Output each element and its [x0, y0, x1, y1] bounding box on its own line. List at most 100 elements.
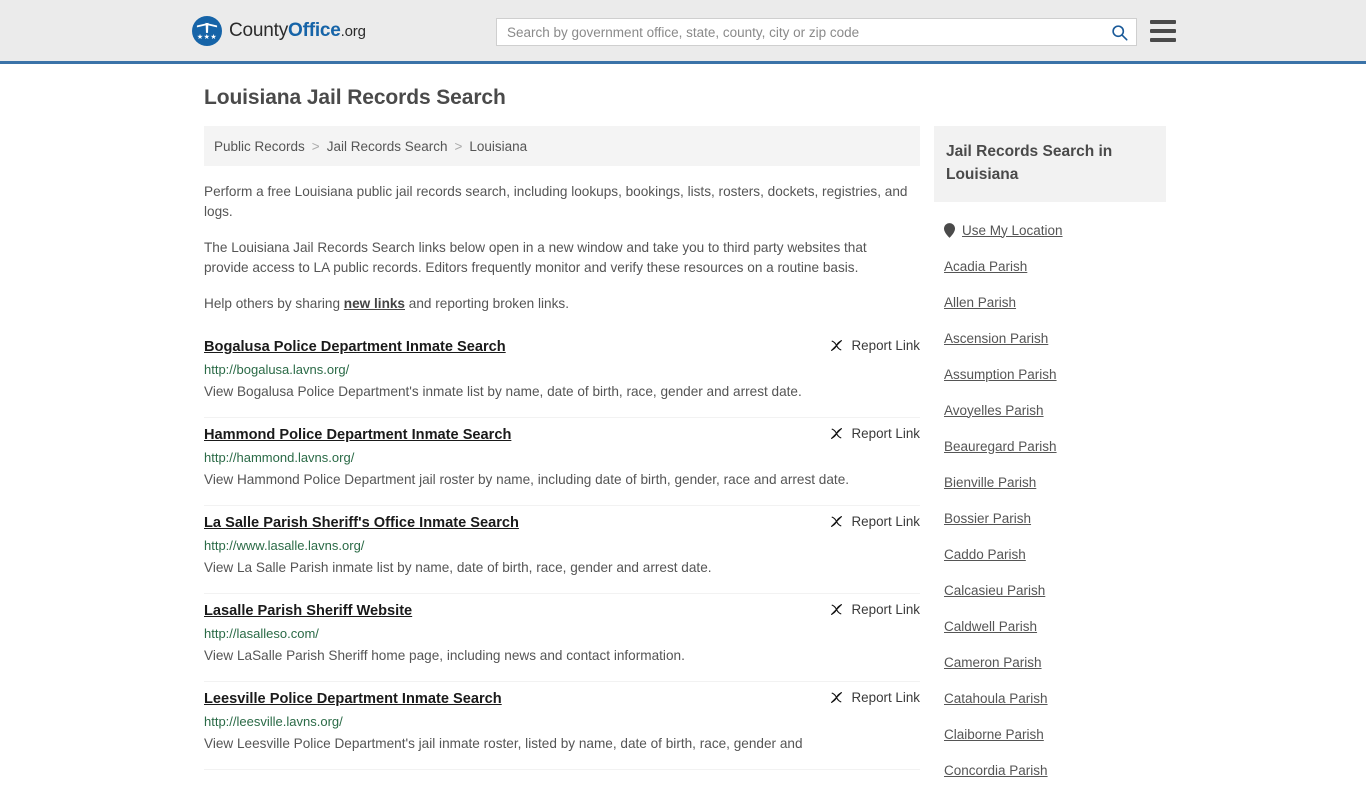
result-header: Leesville Police Department Inmate Searc… — [204, 688, 920, 710]
sidebar-item-use-my-location[interactable]: Use My Location — [934, 212, 1166, 248]
search-button[interactable] — [1102, 19, 1136, 45]
result-item: Lasalle Parish Sheriff Website Report Li… — [204, 594, 920, 682]
result-header: La Salle Parish Sheriff's Office Inmate … — [204, 512, 920, 534]
sidebar-link[interactable]: Allen Parish — [944, 295, 1016, 310]
logo-text-office: Office — [288, 19, 341, 41]
sidebar-item-caldwell-parish[interactable]: Caldwell Parish — [934, 608, 1166, 644]
site-logo[interactable]: ★★★ CountyOffice.org — [192, 15, 366, 46]
result-url-link[interactable]: http://bogalusa.lavns.org/ — [204, 361, 920, 379]
report-link-label: Report Link — [851, 602, 920, 617]
menu-bar-1 — [1150, 20, 1176, 24]
sidebar-link[interactable]: Caddo Parish — [944, 547, 1026, 562]
logo-text-org: .org — [340, 22, 366, 40]
eagle-wings-shape — [197, 24, 217, 33]
sidebar-link[interactable]: Claiborne Parish — [944, 727, 1044, 742]
breadcrumb-item-public-records[interactable]: Public Records — [214, 139, 305, 154]
page-body: Louisiana Jail Records Search Public Rec… — [0, 64, 1366, 788]
sidebar-item-catahoula-parish[interactable]: Catahoula Parish — [934, 680, 1166, 716]
logo-text-county: County — [229, 19, 289, 41]
sidebar-item-claiborne-parish[interactable]: Claiborne Parish — [934, 716, 1166, 752]
sidebar-list: Use My Location Acadia Parish Allen Pari… — [934, 212, 1166, 788]
breadcrumb-separator-2: > — [454, 138, 463, 154]
sidebar-item-bossier-parish[interactable]: Bossier Parish — [934, 500, 1166, 536]
report-link-label: Report Link — [851, 514, 920, 529]
report-link-button[interactable]: Report Link — [829, 336, 920, 353]
sidebar-item-caddo-parish[interactable]: Caddo Parish — [934, 536, 1166, 572]
result-header: Hammond Police Department Inmate Search … — [204, 424, 920, 446]
report-link-button[interactable]: Report Link — [829, 512, 920, 529]
report-link-label: Report Link — [851, 690, 920, 705]
sidebar-item-avoyelles-parish[interactable]: Avoyelles Parish — [934, 392, 1166, 428]
content-columns: Public Records > Jail Records Search > L… — [204, 126, 1366, 788]
result-description: View Hammond Police Department jail rost… — [204, 472, 850, 487]
broken-link-icon — [830, 603, 842, 616]
results-list: Bogalusa Police Department Inmate Search… — [204, 330, 920, 770]
result-header: Lasalle Parish Sheriff Website Report Li… — [204, 600, 920, 622]
sidebar-item-calcasieu-parish[interactable]: Calcasieu Parish — [934, 572, 1166, 608]
result-title-link[interactable]: Leesville Police Department Inmate Searc… — [204, 688, 502, 710]
search-icon — [1111, 24, 1128, 41]
report-link-button[interactable]: Report Link — [829, 688, 920, 705]
hamburger-menu-icon[interactable] — [1150, 20, 1176, 42]
result-title-link[interactable]: La Salle Parish Sheriff's Office Inmate … — [204, 512, 519, 534]
intro-paragraph-3: Help others by sharing new links and rep… — [204, 294, 910, 314]
sidebar-item-acadia-parish[interactable]: Acadia Parish — [934, 248, 1166, 284]
sidebar-link[interactable]: Acadia Parish — [944, 259, 1027, 274]
breadcrumb: Public Records > Jail Records Search > L… — [204, 126, 920, 166]
report-link-button[interactable]: Report Link — [829, 424, 920, 441]
sidebar-link[interactable]: Ascension Parish — [944, 331, 1048, 346]
broken-link-icon — [830, 691, 842, 704]
sidebar-item-concordia-parish[interactable]: Concordia Parish — [934, 752, 1166, 788]
sidebar-heading: Jail Records Search in Louisiana — [934, 126, 1166, 202]
sidebar-link[interactable]: Bossier Parish — [944, 511, 1031, 526]
sidebar-item-beauregard-parish[interactable]: Beauregard Parish — [934, 428, 1166, 464]
result-title-link[interactable]: Lasalle Parish Sheriff Website — [204, 600, 412, 622]
page-title: Louisiana Jail Records Search — [204, 86, 506, 109]
report-link-label: Report Link — [851, 426, 920, 441]
sidebar-item-assumption-parish[interactable]: Assumption Parish — [934, 356, 1166, 392]
report-link-label: Report Link — [851, 338, 920, 353]
result-url-link[interactable]: http://leesville.lavns.org/ — [204, 713, 920, 731]
search-input[interactable] — [497, 24, 1102, 40]
countyoffice-eagle-icon: ★★★ — [192, 15, 222, 46]
result-title-link[interactable]: Bogalusa Police Department Inmate Search — [204, 336, 506, 358]
main-column: Public Records > Jail Records Search > L… — [204, 126, 920, 770]
search-bar[interactable] — [496, 18, 1137, 46]
sidebar-item-cameron-parish[interactable]: Cameron Parish — [934, 644, 1166, 680]
map-pin-icon — [944, 222, 955, 238]
result-description: View LaSalle Parish Sheriff home page, i… — [204, 648, 685, 663]
result-item: Bogalusa Police Department Inmate Search… — [204, 330, 920, 418]
sidebar-item-bienville-parish[interactable]: Bienville Parish — [934, 464, 1166, 500]
sidebar-item-allen-parish[interactable]: Allen Parish — [934, 284, 1166, 320]
use-my-location-link[interactable]: Use My Location — [962, 223, 1063, 238]
sidebar-link[interactable]: Assumption Parish — [944, 367, 1057, 382]
result-description: View La Salle Parish inmate list by name… — [204, 560, 712, 575]
menu-bar-3 — [1150, 38, 1176, 42]
broken-link-icon — [830, 339, 842, 352]
result-url-link[interactable]: http://hammond.lavns.org/ — [204, 449, 920, 467]
sidebar-link[interactable]: Concordia Parish — [944, 763, 1048, 778]
broken-link-icon — [830, 427, 842, 440]
sidebar-link[interactable]: Catahoula Parish — [944, 691, 1048, 706]
sidebar-link[interactable]: Cameron Parish — [944, 655, 1042, 670]
report-link-button[interactable]: Report Link — [829, 600, 920, 617]
sidebar-link[interactable]: Caldwell Parish — [944, 619, 1037, 634]
result-item: Leesville Police Department Inmate Searc… — [204, 682, 920, 770]
result-url-link[interactable]: http://lasalleso.com/ — [204, 625, 920, 643]
sidebar-item-ascension-parish[interactable]: Ascension Parish — [934, 320, 1166, 356]
breadcrumb-item-jail-records-search[interactable]: Jail Records Search — [327, 139, 448, 154]
breadcrumb-item-louisiana[interactable]: Louisiana — [469, 139, 527, 154]
site-header: ★★★ CountyOffice.org — [0, 0, 1366, 64]
logo-wordmark: CountyOffice.org — [229, 20, 366, 42]
intro-p3-before: Help others by sharing — [204, 296, 344, 311]
sidebar-link[interactable]: Calcasieu Parish — [944, 583, 1045, 598]
new-links-link[interactable]: new links — [344, 296, 405, 311]
result-title-link[interactable]: Hammond Police Department Inmate Search — [204, 424, 511, 446]
sidebar-link[interactable]: Avoyelles Parish — [944, 403, 1044, 418]
sidebar-link[interactable]: Beauregard Parish — [944, 439, 1057, 454]
sidebar-link[interactable]: Bienville Parish — [944, 475, 1036, 490]
intro-p3-after: and reporting broken links. — [405, 296, 569, 311]
intro-section: Perform a free Louisiana public jail rec… — [204, 182, 920, 314]
sidebar: Jail Records Search in Louisiana Use My … — [934, 126, 1166, 788]
result-url-link[interactable]: http://www.lasalle.lavns.org/ — [204, 537, 920, 555]
